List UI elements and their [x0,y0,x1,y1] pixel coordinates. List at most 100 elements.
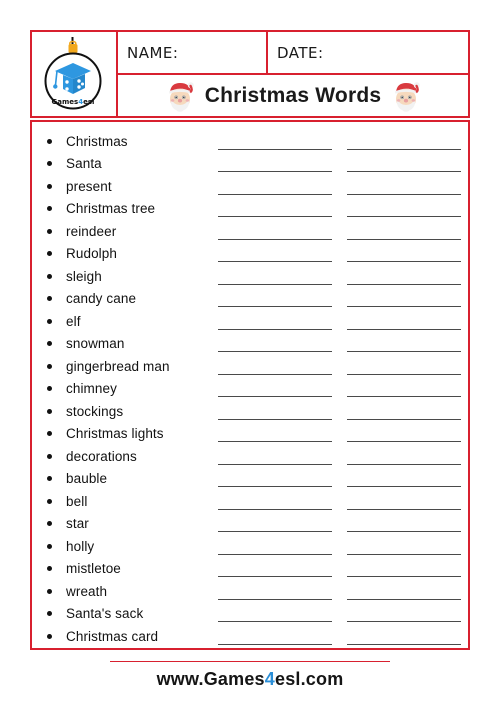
answer-blank-line[interactable] [218,531,332,532]
bullet-icon [47,251,52,257]
word-label: mistletoe [66,561,121,577]
word-label: snowman [66,336,125,352]
word-label: candy cane [66,291,137,307]
answer-blank-line[interactable] [218,171,332,172]
word-label: Santa [66,156,102,172]
answer-blank-line[interactable] [218,306,332,307]
answer-blank-line[interactable] [218,621,332,622]
word-list-item: sleigh [32,265,468,288]
answer-blank-line[interactable] [347,148,461,150]
answer-blank-line[interactable] [347,441,461,442]
footer-url-accent: 4 [264,669,275,689]
word-label: bauble [66,471,108,487]
word-label: Christmas lights [66,426,164,442]
word-label: Christmas card [66,628,159,644]
word-list-item: stockings [32,400,468,423]
word-list-item: Christmas tree [32,198,468,221]
answer-blank-line[interactable] [218,373,332,375]
footer-url: www.Games4esl.com [0,669,500,690]
word-label: gingerbread man [66,358,170,374]
word-label: star [66,516,89,532]
answer-blank-line[interactable] [347,553,461,555]
name-field-cell[interactable]: NAME: [118,32,268,75]
answer-blank-line[interactable] [347,486,461,487]
answer-blank-line[interactable] [347,508,461,510]
footer-divider [110,661,390,662]
answer-blank-line[interactable] [218,351,332,352]
answer-blank-line[interactable] [218,261,332,262]
answer-blank-line[interactable] [347,598,461,600]
answer-blank-line[interactable] [218,441,332,442]
answer-blank-line[interactable] [218,216,332,217]
answer-blank-line[interactable] [218,418,332,420]
answer-blank-line[interactable] [218,238,332,240]
footer-url-prefix: www.Games [156,669,265,689]
answer-blank-line[interactable] [347,373,461,375]
word-list-item: wreath [32,580,468,603]
answer-blank-line[interactable] [347,351,461,352]
bullet-icon [47,228,52,234]
answer-blank-line[interactable] [218,598,332,600]
answer-blank-line[interactable] [347,238,461,240]
word-list-item: mistletoe [32,558,468,581]
word-list-item: holly [32,535,468,558]
santa-face-icon [165,80,195,112]
date-field-cell[interactable]: DATE: [268,32,468,75]
answer-blank-line[interactable] [347,621,461,622]
bullet-icon [47,341,52,347]
bullet-icon [47,611,52,617]
answer-blank-line[interactable] [218,643,332,645]
name-label: NAME: [127,43,179,62]
bullet-icon [47,273,52,279]
answer-blank-line[interactable] [347,643,461,645]
word-list-item: reindeer [32,220,468,243]
word-list-item: Christmas [32,130,468,153]
bullet-icon [47,408,52,414]
answer-blank-line[interactable] [218,193,332,195]
word-label: present [66,178,112,194]
answer-blank-line[interactable] [218,283,332,285]
word-label: Christmas [66,133,128,149]
bullet-icon [47,318,52,324]
answer-blank-line[interactable] [347,216,461,217]
answer-blank-line[interactable] [347,396,461,397]
word-list-item: snowman [32,333,468,356]
word-label: chimney [66,381,117,397]
title-cell: Christmas Words [118,75,468,116]
bullet-icon [47,453,52,459]
word-list-item: chimney [32,378,468,401]
answer-blank-line[interactable] [347,283,461,285]
answer-blank-line[interactable] [218,508,332,510]
answer-blank-line[interactable] [347,306,461,307]
answer-blank-line[interactable] [347,463,461,465]
word-label: decorations [66,448,137,464]
word-label: Christmas tree [66,201,156,217]
logo-wordmark: Games4esl [52,98,95,106]
answer-blank-line[interactable] [218,553,332,555]
bullet-icon [47,206,52,212]
answer-blank-line[interactable] [218,486,332,487]
answer-blank-line[interactable] [347,531,461,532]
answer-blank-line[interactable] [218,148,332,150]
answer-blank-line[interactable] [347,418,461,420]
answer-blank-line[interactable] [218,396,332,397]
answer-blank-line[interactable] [347,171,461,172]
answer-blank-line[interactable] [347,261,461,262]
word-label: sleigh [66,268,102,284]
date-label: DATE: [277,43,324,62]
answer-blank-line[interactable] [347,576,461,577]
answer-blank-line[interactable] [347,193,461,195]
worksheet-page: Games4esl NAME: DATE: Christmas Words Ch… [0,0,500,707]
answer-blank-line[interactable] [218,463,332,465]
santa-face-icon [391,80,421,112]
answer-blank-line[interactable] [347,328,461,330]
bullet-icon [47,138,52,144]
answer-blank-line[interactable] [218,576,332,577]
word-list-item: Christmas card [32,625,468,648]
word-list: Christmas Santa present Christmas tree reind… [30,120,470,650]
word-list-item: elf [32,310,468,333]
word-list-item: bell [32,490,468,513]
footer-url-suffix: esl.com [274,669,344,689]
word-list-item: gingerbread man [32,355,468,378]
answer-blank-line[interactable] [218,328,332,330]
